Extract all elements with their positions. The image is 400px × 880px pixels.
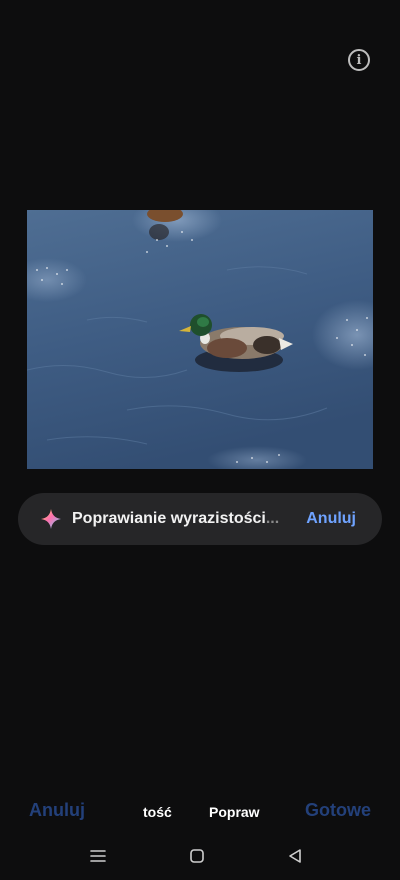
back-icon[interactable] (285, 846, 305, 866)
done-button[interactable]: Gotowe (305, 800, 371, 821)
photo-editor-screen: i Poprawianie wyrazistości... Anuluj Anu… (0, 0, 400, 880)
editor-bottom-bar: Anuluj tość Popraw Gotowe (0, 796, 400, 828)
sparkle-icon (41, 509, 61, 529)
cancel-button[interactable]: Anuluj (29, 800, 85, 821)
recent-apps-icon[interactable] (88, 846, 108, 866)
duck-photo (27, 210, 373, 469)
progress-ellipsis: ... (265, 510, 280, 527)
progress-label: Poprawianie wyrazistości... (72, 510, 280, 527)
sharpness-progress-banner: Poprawianie wyrazistości... Anuluj (18, 493, 382, 545)
tab-enhance[interactable]: Popraw (209, 804, 260, 820)
info-icon[interactable]: i (348, 49, 370, 71)
home-icon[interactable] (187, 846, 207, 866)
system-navigation-bar (0, 838, 400, 874)
cancel-enhance-button[interactable]: Anuluj (306, 493, 356, 545)
tab-sharpness[interactable]: tość (143, 804, 172, 820)
